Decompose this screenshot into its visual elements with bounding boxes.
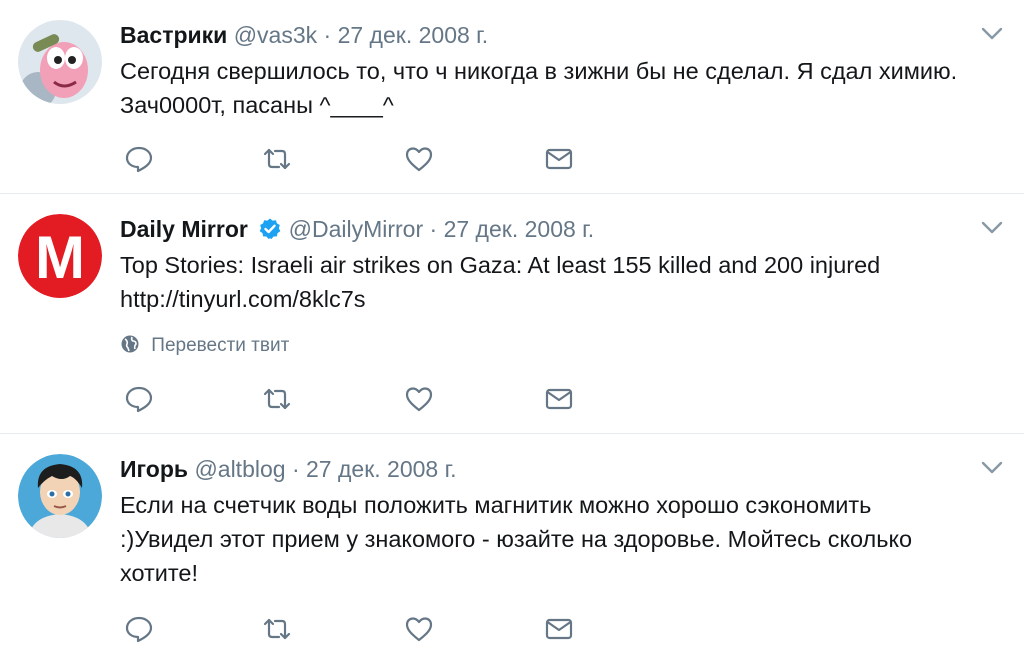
tweet-text: Сегодня свершилось то, что ч никогда в з… [120,58,958,118]
separator-dot: · [291,456,300,482]
author-handle[interactable]: @vas3k [234,22,317,48]
retweet-icon[interactable] [262,614,292,644]
tweet-header: Вастрики @vas3k · 27 дек. 2008 г. [120,18,954,52]
separator-dot: · [323,22,332,48]
tweet-feed: Вастрики @vas3k · 27 дек. 2008 г. Сегодн… [0,0,1024,658]
translate-tweet-link[interactable]: Перевести твит [120,334,289,358]
reply-icon[interactable] [124,614,154,644]
chevron-down-icon[interactable] [980,26,1004,42]
tweet-header: Игорь @altblog · 27 дек. 2008 г. [120,452,954,486]
tweet-header: Daily Mirror @DailyMirror · 27 дек. 2008… [120,212,954,246]
translate-label[interactable]: Перевести твит [151,335,289,356]
direct-message-icon[interactable] [544,384,574,414]
tweet-date[interactable]: 27 дек. 2008 г. [338,22,489,48]
author-name[interactable]: Вастрики [120,22,227,48]
tweet[interactable]: Вастрики @vas3k · 27 дек. 2008 г. Сегодн… [0,0,1024,194]
reply-icon[interactable] [124,384,154,414]
author-name[interactable]: Daily Mirror [120,216,248,242]
like-icon[interactable] [404,144,434,174]
daily-mirror-logo-letter: M [35,224,85,291]
verified-badge-icon [259,218,281,239]
globe-icon [121,335,139,353]
daily-mirror-logo: M [18,214,102,298]
author-handle[interactable]: @DailyMirror [289,216,424,242]
cartoon-man-avatar [18,454,102,538]
reply-icon[interactable] [124,144,154,174]
tweet-date[interactable]: 27 дек. 2008 г. [306,456,457,482]
tweet[interactable]: M Daily Mirror @DailyMirror · 27 дек. 20… [0,194,1024,434]
avatar[interactable] [18,454,102,538]
retweet-icon[interactable] [262,384,292,414]
author-name[interactable]: Игорь [120,456,188,482]
tweet-text: Top Stories: Israeli air strikes on Gaza… [120,252,881,312]
separator-dot: · [429,216,438,242]
cartoon-worm-avatar [18,20,102,104]
retweet-icon[interactable] [262,144,292,174]
tweet-date[interactable]: 27 дек. 2008 г. [444,216,595,242]
direct-message-icon[interactable] [544,144,574,174]
tweet[interactable]: Игорь @altblog · 27 дек. 2008 г. Если на… [0,434,1024,658]
like-icon[interactable] [404,384,434,414]
like-icon[interactable] [404,614,434,644]
chevron-down-icon[interactable] [980,220,1004,236]
author-handle[interactable]: @altblog [194,456,285,482]
avatar[interactable]: M [18,214,102,298]
avatar[interactable] [18,20,102,104]
direct-message-icon[interactable] [544,614,574,644]
chevron-down-icon[interactable] [980,460,1004,476]
tweet-text: Если на счетчик воды положить магнитик м… [120,492,913,586]
